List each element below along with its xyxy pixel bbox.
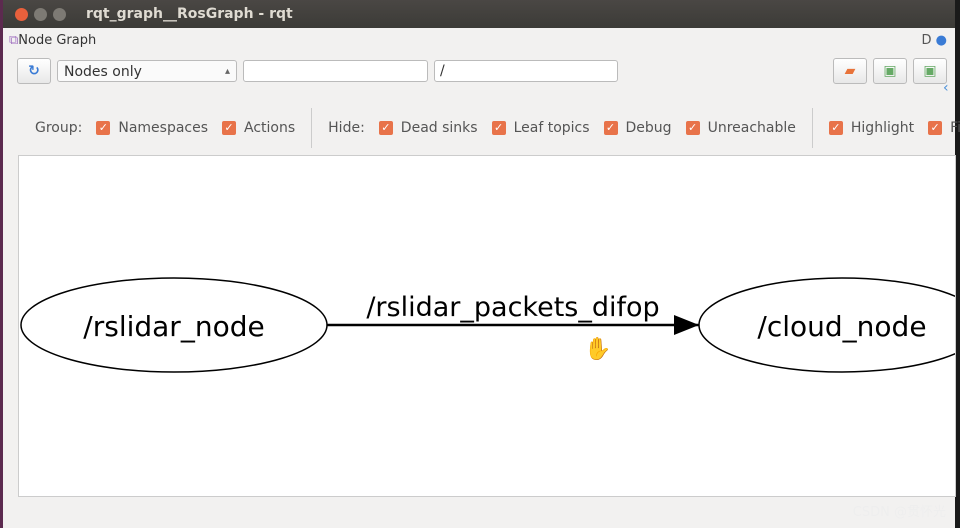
save-icon: ▣ bbox=[883, 63, 897, 79]
checkbox-checked-icon: ✓ bbox=[378, 121, 393, 135]
save-dot-button[interactable]: ▣ bbox=[873, 58, 907, 84]
checkbox-label: Highlight bbox=[850, 120, 915, 136]
checkbox-checked-icon: ✓ bbox=[685, 121, 700, 135]
checkbox-label: Leaf topics bbox=[513, 120, 590, 136]
graph-edge[interactable]: /rslidar_packets_difop bbox=[327, 292, 699, 335]
namespaces-checkbox[interactable]: ✓ Namespaces bbox=[96, 120, 208, 136]
plugin-title-text: Node Graph bbox=[18, 33, 97, 48]
checkbox-label: Namespaces bbox=[118, 120, 209, 136]
checkbox-checked-icon: ✓ bbox=[828, 121, 843, 135]
hand-cursor-icon: ✋ bbox=[584, 336, 611, 362]
debug-checkbox[interactable]: ✓ Debug bbox=[603, 120, 672, 136]
close-button[interactable] bbox=[15, 7, 28, 21]
divider bbox=[311, 108, 313, 148]
rqt-window: rqt_graph__RosGraph - rqt ⧉Node Graph D … bbox=[0, 0, 960, 528]
minimize-button[interactable] bbox=[34, 7, 47, 21]
load-dot-button[interactable]: ▰ bbox=[833, 58, 867, 84]
node-filter-input[interactable] bbox=[243, 60, 428, 82]
checkbox-label: Dead sinks bbox=[400, 120, 478, 136]
highlight-checkbox[interactable]: ✓ Highlight bbox=[828, 120, 915, 136]
collapse-chevron-icon[interactable]: ‹ bbox=[943, 80, 955, 104]
refresh-button[interactable]: ↻ bbox=[17, 58, 51, 84]
graph-canvas[interactable]: /rslidar_node /cloud_node /rslidar_packe… bbox=[18, 155, 956, 497]
dock-button[interactable]: D ● bbox=[922, 33, 948, 48]
checkbox-label: Fit bbox=[950, 120, 960, 136]
help-icon[interactable]: ● bbox=[936, 33, 947, 48]
maximize-button[interactable] bbox=[53, 7, 66, 21]
graph-mode-select[interactable]: Nodes only ▴ bbox=[57, 60, 237, 82]
graph-node-cloud[interactable]: /cloud_node bbox=[698, 277, 955, 373]
plugin-icon: ⧉ bbox=[9, 33, 19, 48]
dead-sinks-checkbox[interactable]: ✓ Dead sinks bbox=[378, 120, 478, 136]
checkbox-checked-icon: ✓ bbox=[222, 121, 237, 135]
d-label: D bbox=[921, 33, 932, 48]
spinner-arrows-icon: ▴ bbox=[224, 66, 230, 77]
checkbox-label: Debug bbox=[625, 120, 672, 136]
save-svg-button[interactable]: ▣ bbox=[913, 58, 947, 84]
checkbox-checked-icon: ✓ bbox=[491, 121, 506, 135]
edge-label: /rslidar_packets_difop bbox=[366, 292, 659, 323]
fit-checkbox[interactable]: ✓ Fit bbox=[928, 120, 960, 136]
folder-icon: ▰ bbox=[844, 63, 856, 79]
hide-label: Hide: bbox=[328, 120, 365, 136]
window-title: rqt_graph__RosGraph - rqt bbox=[86, 6, 293, 22]
checkbox-checked-icon: ✓ bbox=[603, 121, 618, 135]
title-bar: rqt_graph__RosGraph - rqt bbox=[3, 0, 955, 28]
group-label: Group: bbox=[35, 120, 83, 136]
checkbox-label: Unreachable bbox=[707, 120, 796, 136]
divider bbox=[811, 108, 813, 148]
node-label: /cloud_node bbox=[757, 310, 926, 343]
leaf-topics-checkbox[interactable]: ✓ Leaf topics bbox=[491, 120, 590, 136]
watermark: CSDN @贯怀光 bbox=[852, 505, 946, 520]
checkbox-checked-icon: ✓ bbox=[928, 121, 943, 135]
topic-filter-input[interactable]: / bbox=[434, 60, 618, 82]
plugin-title: ⧉Node Graph bbox=[9, 33, 96, 48]
unreachable-checkbox[interactable]: ✓ Unreachable bbox=[685, 120, 796, 136]
graph-mode-value: Nodes only bbox=[64, 64, 142, 80]
actions-checkbox[interactable]: ✓ Actions bbox=[222, 120, 295, 136]
save-icon: ▣ bbox=[923, 63, 937, 79]
node-label: /rslidar_node bbox=[83, 310, 264, 343]
graph-node-rslidar[interactable]: /rslidar_node bbox=[20, 277, 328, 373]
refresh-icon: ↻ bbox=[28, 63, 40, 79]
checkbox-label: Actions bbox=[244, 120, 296, 136]
checkbox-checked-icon: ✓ bbox=[96, 121, 111, 135]
